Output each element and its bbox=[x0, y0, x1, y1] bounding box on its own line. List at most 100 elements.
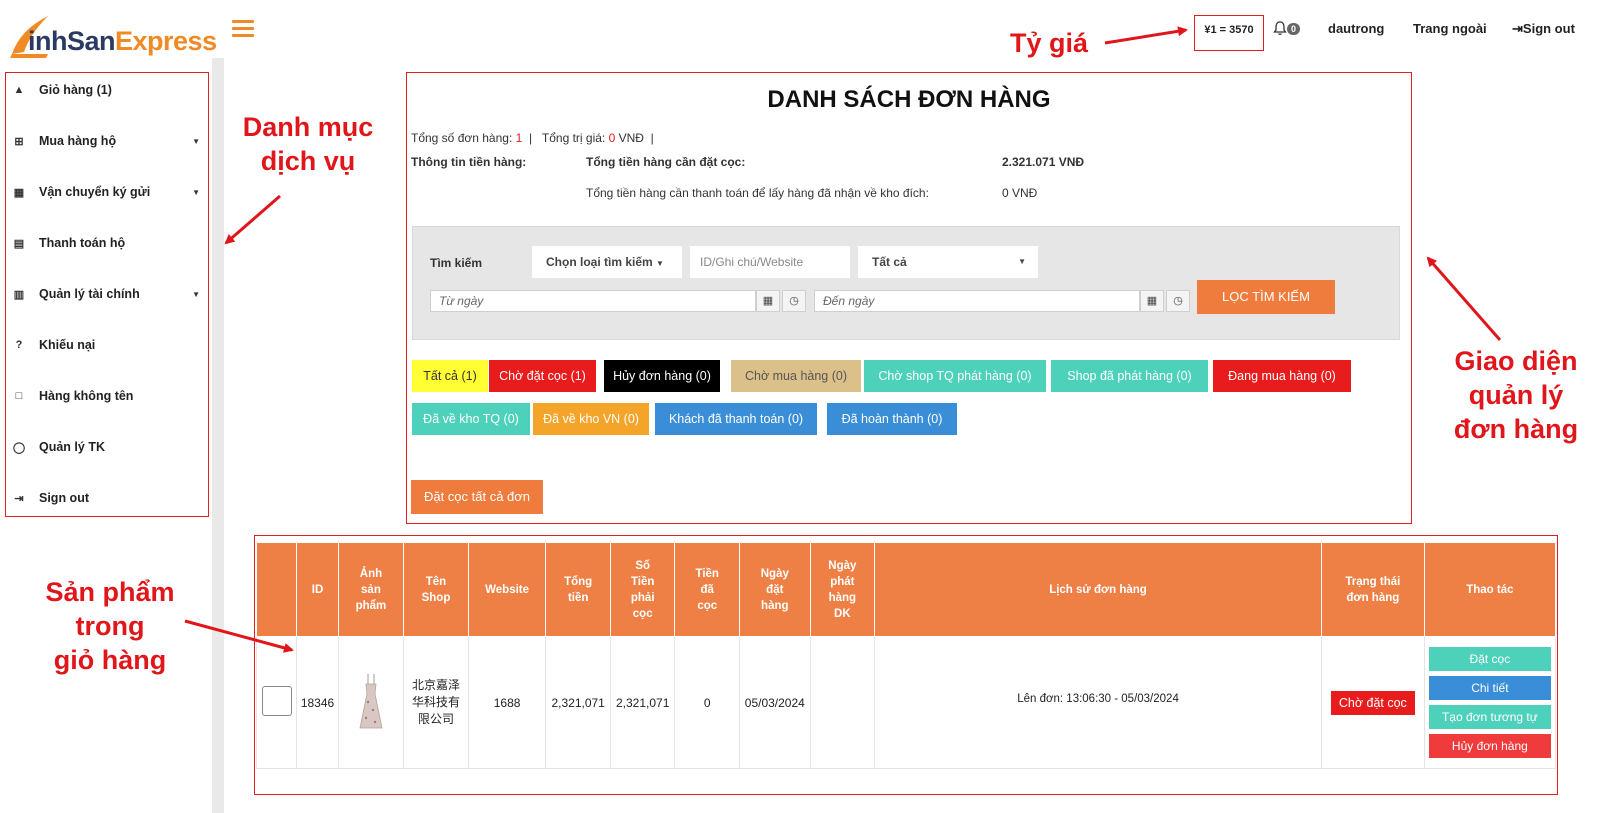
status-badge: Chờ đặt cọc bbox=[1330, 690, 1415, 715]
status-tag-3[interactable]: Chờ mua hàng (0) bbox=[731, 360, 861, 392]
box-icon: ▦ bbox=[13, 186, 25, 199]
status-tag-8[interactable]: Đã về kho VN (0) bbox=[533, 403, 649, 435]
header-ship-date: Ngày phát hàng DK bbox=[809, 542, 876, 637]
sidebar-item-cart[interactable]: ▲ Giỏ hàng (1) bbox=[12, 80, 202, 100]
filter-search-button[interactable]: LỌC TÌM KIẾM bbox=[1197, 280, 1335, 314]
order-summary-line: Tổng số đơn hàng: 1 | Tổng trị giá: 0 VN… bbox=[411, 131, 654, 145]
orders-table: ID Ảnh sản phẩm Tên Shop Website Tổng ti… bbox=[255, 542, 1557, 769]
status-tag-0[interactable]: Tất cả (1) bbox=[412, 360, 488, 392]
header-website: Website bbox=[467, 542, 547, 637]
annotation-arrow-order-ui bbox=[1426, 256, 1502, 341]
credit-card-icon: ▤ bbox=[13, 237, 25, 250]
row-total: 2,321,071 bbox=[545, 636, 611, 769]
chevron-down-icon: ▼ bbox=[192, 187, 200, 197]
header-signout-link[interactable]: ⇥Sign out bbox=[1512, 21, 1575, 37]
row-ship-date bbox=[809, 636, 876, 769]
row-id: 18346 bbox=[296, 636, 339, 769]
sidebar-item-shipping[interactable]: ▦ Vận chuyển ký gửi ▼ bbox=[12, 182, 202, 202]
logo[interactable]: inhSanExpress bbox=[8, 12, 217, 58]
header-select bbox=[255, 542, 298, 637]
row-history: Lên đơn: 13:06:30 - 05/03/2024 bbox=[874, 636, 1322, 769]
sidebar-item-account[interactable]: ◯ Quản lý TK bbox=[12, 437, 202, 457]
chevron-down-icon: ▼ bbox=[192, 136, 200, 146]
row-status-cell: Chờ đặt cọc bbox=[1320, 636, 1425, 769]
annotation-arrow-rate bbox=[1104, 26, 1188, 45]
deposit-all-button[interactable]: Đặt cọc tất cả đơn bbox=[411, 480, 543, 514]
header-order-date: Ngày đặt hàng bbox=[739, 542, 811, 637]
chevron-down-icon: ▼ bbox=[656, 259, 664, 268]
home-link[interactable]: Trang ngoài bbox=[1413, 21, 1487, 36]
header-total: Tổng tiền bbox=[545, 542, 611, 637]
detail-button[interactable]: Chi tiết bbox=[1428, 676, 1551, 700]
status-tag-10[interactable]: Đã hoàn thành (0) bbox=[827, 403, 957, 435]
notification-count-badge: 0 bbox=[1287, 22, 1301, 35]
total-value-value: 0 bbox=[608, 131, 616, 145]
status-tag-4[interactable]: Chờ shop TQ phát hàng (0) bbox=[864, 360, 1046, 392]
sidebar-item-complaints[interactable]: ? Khiếu nại bbox=[12, 335, 202, 355]
row-select-cell bbox=[255, 636, 298, 769]
row-shop: 北京嘉泽华科技有限公司 bbox=[403, 636, 469, 769]
exchange-rate-box: ¥1 = 3570 bbox=[1194, 15, 1264, 51]
status-select[interactable]: Tất cả ▼ bbox=[858, 246, 1038, 278]
row-website: 1688 bbox=[467, 636, 547, 769]
create-similar-order-button[interactable]: Tạo đơn tương tự bbox=[1428, 705, 1551, 729]
plus-square-icon: ⊞ bbox=[14, 135, 24, 148]
header-status: Trạng thái đơn hàng bbox=[1320, 542, 1425, 637]
status-tag-6[interactable]: Đang mua hàng (0) bbox=[1213, 360, 1351, 392]
clock-icon[interactable]: ◷ bbox=[782, 290, 806, 312]
signout-icon: ⇥ bbox=[14, 492, 24, 505]
question-circle-icon: ? bbox=[15, 339, 23, 351]
page-title: DANH SÁCH ĐƠN HÀNG bbox=[767, 86, 1051, 113]
calendar-icon[interactable]: ▦ bbox=[1140, 290, 1164, 312]
from-date-input[interactable]: Từ ngày bbox=[430, 290, 756, 312]
status-tag-2[interactable]: Hủy đơn hàng (0) bbox=[604, 360, 720, 392]
search-label: Tìm kiếm bbox=[430, 256, 483, 270]
header-deposit-required: Số Tiền phải cọc bbox=[609, 542, 676, 637]
table-header-row: ID Ảnh sản phẩm Tên Shop Website Tổng ti… bbox=[255, 542, 1557, 637]
header-deposited: Tiền đã cọc bbox=[674, 542, 740, 637]
row-deposited: 0 bbox=[674, 636, 740, 769]
sidebar-divider bbox=[212, 58, 224, 813]
status-tag-9[interactable]: Khách đã thanh toán (0) bbox=[655, 403, 817, 435]
header-actions: Thao tác bbox=[1423, 542, 1557, 637]
chevron-down-icon: ▼ bbox=[1018, 257, 1026, 266]
logo-text-accent: Express bbox=[115, 26, 217, 56]
bar-chart-icon: ▥ bbox=[13, 288, 25, 301]
deposit-total-label: Tổng tiền hàng cần đặt cọc: bbox=[586, 155, 746, 169]
row-order-date: 05/03/2024 bbox=[739, 636, 811, 769]
row-checkbox[interactable] bbox=[261, 686, 292, 716]
search-id-input[interactable]: ID/Ghi chú/Website bbox=[690, 246, 850, 278]
calendar-icon[interactable]: ▦ bbox=[756, 290, 780, 312]
sidebar-item-unnamed-goods[interactable]: □ Hàng không tên bbox=[12, 386, 202, 406]
status-tag-1[interactable]: Chờ đặt cọc (1) bbox=[489, 360, 596, 392]
annotation-order-ui: Giao diện quản lý đơn hàng bbox=[1453, 346, 1579, 444]
row-image-cell bbox=[337, 636, 405, 769]
sidebar-item-buy-for-me[interactable]: ⊞ Mua hàng hộ ▼ bbox=[12, 131, 202, 151]
deposit-total-value: 2.321.071 VNĐ bbox=[1002, 155, 1085, 169]
clock-icon[interactable]: ◷ bbox=[1166, 290, 1190, 312]
annotation-rate: Tỷ giá bbox=[1010, 28, 1089, 58]
pay-total-label: Tổng tiền hàng cần thanh toán để lấy hàn… bbox=[586, 186, 929, 200]
table-row: 18346 北京嘉泽华科技有限公司 1688 2,321,071 2,321,0… bbox=[255, 636, 1557, 769]
deposit-button[interactable]: Đặt cọc bbox=[1428, 647, 1551, 671]
annotation-arrow-service-menu bbox=[224, 194, 281, 245]
chevron-down-icon: ▼ bbox=[192, 289, 200, 299]
annotation-cart-products: Sản phẩm trong giỏ hàng bbox=[45, 577, 175, 675]
header-history: Lịch sử đơn hàng bbox=[874, 542, 1322, 637]
header-shop: Tên Shop bbox=[403, 542, 469, 637]
sidebar-item-finance[interactable]: ▥ Quản lý tài chính ▼ bbox=[12, 284, 202, 304]
sidebar-item-signout[interactable]: ⇥ Sign out bbox=[12, 488, 202, 508]
to-date-input[interactable]: Đến ngày bbox=[814, 290, 1140, 312]
status-tag-7[interactable]: Đã về kho TQ (0) bbox=[412, 403, 530, 435]
cancel-order-button[interactable]: Hủy đơn hàng bbox=[1428, 734, 1551, 758]
search-type-select[interactable]: Chọn loại tìm kiếm ▼ bbox=[532, 246, 682, 278]
notification-bell[interactable]: 0 bbox=[1273, 20, 1301, 36]
status-tag-5[interactable]: Shop đã phát hàng (0) bbox=[1051, 360, 1208, 392]
hamburger-menu-icon[interactable] bbox=[232, 20, 254, 38]
username-link[interactable]: dautrong bbox=[1328, 21, 1384, 36]
row-actions-cell: Đặt cọc Chi tiết Tạo đơn tương tự Hủy đơ… bbox=[1423, 636, 1557, 769]
pay-total-value: 0 VNĐ bbox=[1002, 186, 1038, 200]
product-dress-image[interactable] bbox=[358, 672, 384, 730]
sidebar-item-payment[interactable]: ▤ Thanh toán hộ bbox=[12, 233, 202, 253]
document-icon: □ bbox=[15, 390, 23, 402]
